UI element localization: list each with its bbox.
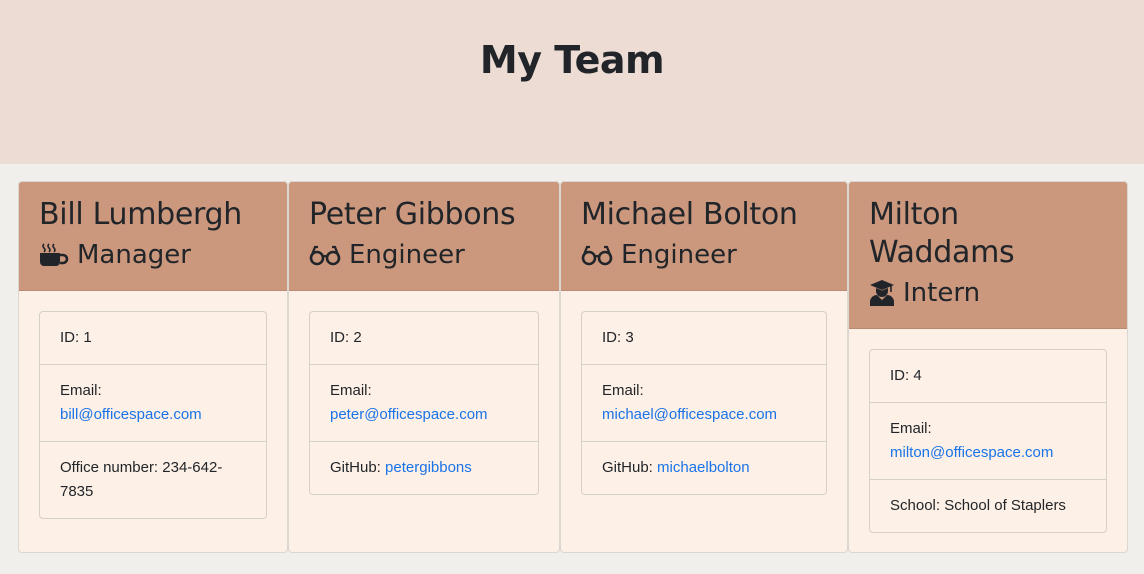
card-header: Milton Waddams Intern — [849, 182, 1127, 329]
card-body: ID: 4 Email: milton@officespace.com Scho… — [849, 329, 1127, 552]
github-link[interactable]: petergibbons — [385, 459, 472, 476]
info-list: ID: 3 Email: michael@officespace.com Git… — [581, 311, 827, 495]
role-label: Manager — [77, 240, 191, 270]
page-header: My Team — [0, 0, 1144, 164]
employee-name: Milton Waddams — [869, 197, 1015, 270]
email-label: Email: — [60, 382, 102, 399]
role-label: Engineer — [621, 240, 737, 270]
email-item: Email: bill@officespace.com — [40, 365, 266, 442]
github-item: GitHub: michaelbolton — [582, 442, 826, 494]
employee-name: Michael Bolton — [581, 197, 798, 232]
employee-name: Peter Gibbons — [309, 197, 516, 232]
employee-role: Intern — [869, 276, 1107, 328]
card-body: ID: 2 Email: peter@officespace.com GitHu… — [289, 291, 559, 515]
coffee-mug-icon — [39, 242, 69, 268]
employee-role: Engineer — [581, 238, 827, 290]
employee-role: Manager — [39, 238, 267, 290]
github-item: GitHub: petergibbons — [310, 442, 538, 494]
glasses-icon — [581, 243, 613, 267]
employee-card-intern: Milton Waddams Intern ID: 4 Email: milto… — [848, 181, 1128, 553]
employee-name: Bill Lumbergh — [39, 197, 243, 232]
info-list: ID: 2 Email: peter@officespace.com GitHu… — [309, 311, 539, 495]
card-body: ID: 1 Email: bill@officespace.com Office… — [19, 291, 287, 539]
page-title: My Team — [479, 38, 665, 82]
employee-card-manager: Bill Lumbergh Manager ID: 1 Email: bill@… — [18, 181, 288, 553]
card-header: Peter Gibbons Engineer — [289, 182, 559, 291]
card-header: Bill Lumbergh Manager — [19, 182, 287, 291]
card-header: Michael Bolton Engineer — [561, 182, 847, 291]
role-label: Engineer — [349, 240, 465, 270]
role-label: Intern — [903, 278, 981, 308]
id-item: ID: 4 — [870, 350, 1106, 403]
email-label: Email: — [330, 382, 372, 399]
card-body: ID: 3 Email: michael@officespace.com Git… — [561, 291, 847, 515]
school-item: School: School of Staplers — [890, 497, 1066, 514]
employee-role: Engineer — [309, 238, 539, 290]
id-item: ID: 2 — [310, 312, 538, 365]
email-link[interactable]: milton@officespace.com — [890, 444, 1053, 461]
email-item: Email: milton@officespace.com — [870, 403, 1106, 480]
email-item: Email: peter@officespace.com — [310, 365, 538, 442]
email-link[interactable]: michael@officespace.com — [602, 406, 777, 423]
email-item: Email: michael@officespace.com — [582, 365, 826, 442]
id-item: ID: 3 — [582, 312, 826, 365]
id-item: ID: 1 — [40, 312, 266, 365]
team-cards: Bill Lumbergh Manager ID: 1 Email: bill@… — [0, 164, 1144, 574]
glasses-icon — [309, 243, 341, 267]
email-link[interactable]: bill@officespace.com — [60, 406, 202, 423]
email-link[interactable]: peter@officespace.com — [330, 406, 488, 423]
info-list: ID: 4 Email: milton@officespace.com Scho… — [869, 349, 1107, 533]
info-list: ID: 1 Email: bill@officespace.com Office… — [39, 311, 267, 519]
github-label: GitHub: — [330, 459, 386, 476]
email-label: Email: — [890, 420, 932, 437]
employee-card-engineer: Peter Gibbons Engineer ID: 2 Email: pete… — [288, 181, 560, 553]
email-label: Email: — [602, 382, 644, 399]
github-link[interactable]: michaelbolton — [657, 459, 750, 476]
office-number-item: Office number: 234-642-7835 — [60, 459, 223, 500]
employee-card-engineer: Michael Bolton Engineer ID: 3 Email: mic… — [560, 181, 848, 553]
graduate-icon — [869, 279, 895, 307]
github-label: GitHub: — [602, 459, 658, 476]
